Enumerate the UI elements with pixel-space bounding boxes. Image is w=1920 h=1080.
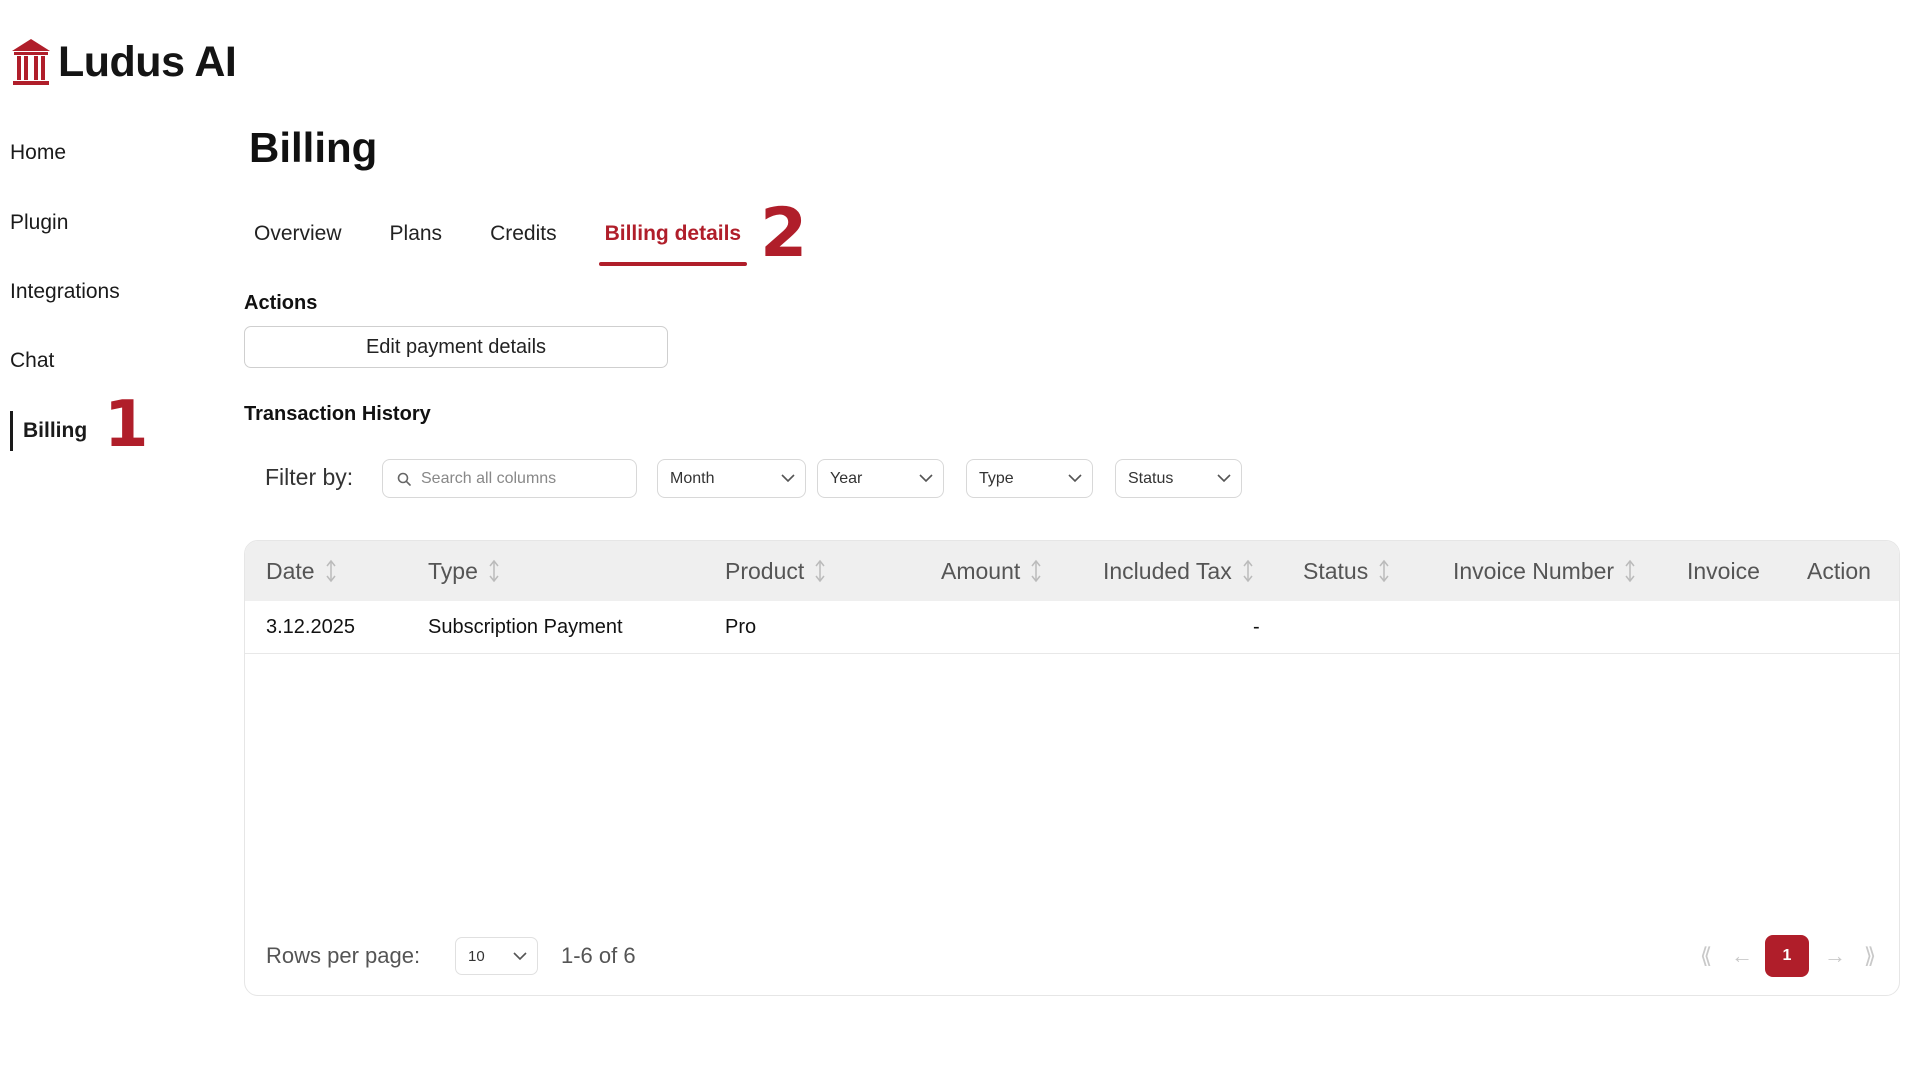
app-logo[interactable]: Ludus AI	[10, 36, 237, 88]
sidebar-item-billing[interactable]: Billing	[10, 411, 87, 451]
sort-icon	[1625, 559, 1635, 583]
column-header-invoice: Invoice	[1687, 541, 1760, 601]
tab-credits[interactable]: Credits	[486, 216, 561, 266]
previous-page-button[interactable]: ←	[1727, 939, 1757, 973]
column-header-status[interactable]: Status	[1303, 541, 1390, 601]
pagination-range: 1-6 of 6	[561, 943, 636, 968]
cell-date: 3.12.2025	[266, 616, 355, 638]
table-row: 3.12.2025 Subscription Payment Pro -	[245, 601, 1899, 654]
actions-heading: Actions	[244, 292, 318, 314]
sort-icon	[1031, 559, 1041, 583]
column-label: Product	[725, 557, 805, 584]
cell-included-tax: -	[1253, 616, 1260, 638]
year-select-value: Year	[830, 469, 863, 487]
column-label: Included Tax	[1103, 557, 1232, 584]
chevron-down-icon	[781, 474, 795, 483]
status-select[interactable]: Status	[1115, 459, 1242, 498]
table-header: Date Type Product Amount Included Tax St…	[245, 541, 1899, 601]
column-header-date[interactable]: Date	[266, 541, 337, 601]
rows-per-page-label: Rows per page:	[266, 943, 421, 968]
type-select-value: Type	[979, 469, 1014, 487]
rows-per-page-select[interactable]: 10	[455, 937, 538, 975]
column-header-amount[interactable]: Amount	[941, 541, 1042, 601]
table-footer: Rows per page: 10 1-6 of 6 ⟪ ← 1 → ⟫	[245, 917, 1899, 995]
transaction-table: Date Type Product Amount Included Tax St…	[244, 540, 1900, 996]
last-page-button[interactable]: ⟫	[1855, 939, 1885, 973]
column-label: Invoice	[1687, 557, 1760, 584]
sidebar-item-integrations[interactable]: Integrations	[10, 270, 120, 314]
status-select-value: Status	[1128, 469, 1174, 487]
tab-bar: Overview Plans Credits Billing details	[250, 216, 785, 266]
column-label: Date	[266, 557, 315, 584]
month-select[interactable]: Month	[657, 459, 806, 498]
rows-per-page-value: 10	[468, 947, 485, 965]
page-1-button[interactable]: 1	[1765, 935, 1809, 977]
month-select-value: Month	[670, 469, 715, 487]
chevron-down-icon	[1068, 474, 1082, 483]
app-name: Ludus AI	[58, 37, 237, 86]
sort-icon	[1379, 559, 1389, 583]
logo-icon	[12, 39, 50, 85]
tab-billing-details[interactable]: Billing details	[598, 216, 747, 266]
sort-icon	[1243, 559, 1253, 583]
column-label: Amount	[941, 557, 1021, 584]
tab-overview[interactable]: Overview	[250, 216, 346, 266]
chevron-down-icon	[919, 474, 933, 483]
sidebar-item-chat[interactable]: Chat	[10, 339, 54, 383]
type-select[interactable]: Type	[966, 459, 1093, 498]
cell-type: Subscription Payment	[428, 616, 623, 638]
cell-product: Pro	[725, 616, 757, 638]
sort-icon	[815, 559, 825, 583]
sidebar-item-home[interactable]: Home	[10, 131, 66, 175]
next-page-button[interactable]: →	[1820, 939, 1850, 973]
search-icon	[397, 472, 411, 486]
column-header-type[interactable]: Type	[428, 541, 500, 601]
search-box[interactable]	[382, 459, 637, 498]
edit-payment-details-button[interactable]: Edit payment details	[244, 326, 668, 368]
sort-icon	[326, 559, 336, 583]
chevron-down-icon	[513, 951, 527, 960]
column-header-action: Action	[1807, 541, 1871, 601]
search-input[interactable]	[421, 469, 611, 488]
tab-plans[interactable]: Plans	[386, 216, 447, 266]
chevron-down-icon	[1217, 474, 1231, 483]
column-header-product[interactable]: Product	[725, 541, 826, 601]
page-title: Billing	[249, 124, 378, 171]
column-header-included-tax[interactable]: Included Tax	[1103, 541, 1254, 601]
year-select[interactable]: Year	[817, 459, 944, 498]
column-label: Action	[1807, 557, 1871, 584]
sort-icon	[489, 559, 499, 583]
sidebar-item-plugin[interactable]: Plugin	[10, 201, 68, 245]
column-header-invoice-number[interactable]: Invoice Number	[1453, 541, 1636, 601]
column-label: Status	[1303, 557, 1369, 584]
first-page-button[interactable]: ⟪	[1691, 939, 1721, 973]
column-label: Invoice Number	[1453, 557, 1615, 584]
annotation-marker-1: 1	[104, 388, 149, 462]
transaction-history-heading: Transaction History	[244, 403, 431, 425]
column-label: Type	[428, 557, 478, 584]
filter-label: Filter by:	[265, 464, 354, 490]
